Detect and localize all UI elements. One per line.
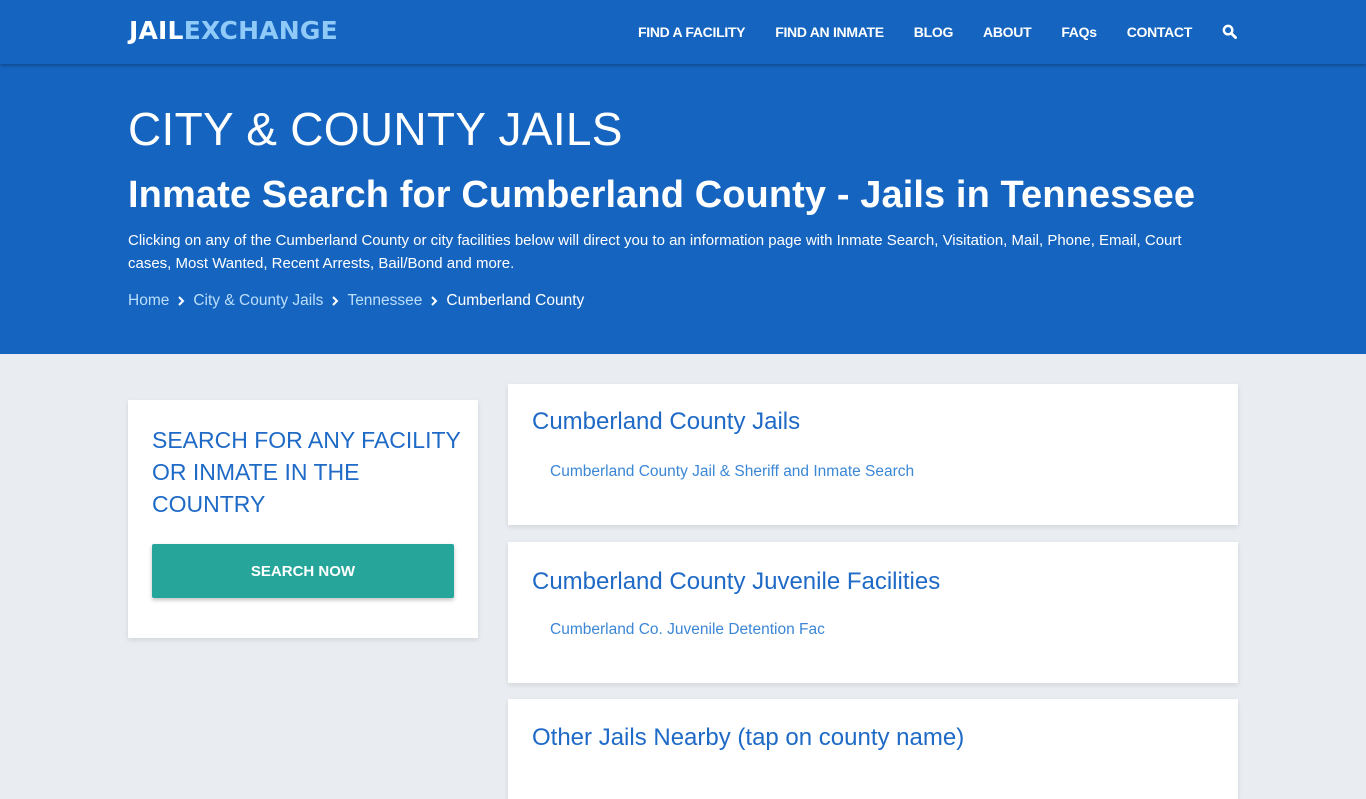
facility-link[interactable]: Cumberland County Jail & Sheriff and Inm… (550, 463, 914, 481)
logo[interactable]: JAILEXCHANGE (129, 16, 338, 45)
page-description: Clicking on any of the Cumberland County… (128, 232, 1182, 272)
nav-find-facility[interactable]: FIND A FACILITY (638, 24, 746, 40)
search-now-button[interactable]: SEARCH NOW (152, 544, 454, 598)
nav-contact[interactable]: CONTACT (1127, 24, 1193, 40)
search-promo-title: SEARCH FOR ANY FACILITY OR INMATE IN THE… (152, 427, 461, 517)
logo-exchange: EXCHANGE (183, 16, 338, 45)
chevron-right-icon (169, 295, 193, 307)
breadcrumb: Home City & County Jails Tennessee Cumbe… (128, 292, 584, 310)
logo-jail: JAIL (129, 16, 184, 45)
hero-banner: CITY & COUNTY JAILS Inmate Search for Cu… (0, 64, 1366, 354)
main-nav: FIND A FACILITY FIND AN INMATE BLOG ABOU… (608, 0, 1238, 64)
section-title: Cumberland County Jails (532, 408, 801, 435)
breadcrumb-tennessee[interactable]: Tennessee (347, 292, 422, 310)
section-title: Cumberland County Juvenile Facilities (532, 568, 941, 595)
section-county-jails: Cumberland County Jails Cumberland Count… (508, 384, 1238, 525)
section-juvenile-facilities: Cumberland County Juvenile Facilities Cu… (508, 542, 1238, 683)
breadcrumb-city-county-jails[interactable]: City & County Jails (193, 292, 323, 310)
search-promo-card: SEARCH FOR ANY FACILITY OR INMATE IN THE… (128, 400, 478, 638)
section-title: Other Jails Nearby (tap on county name) (532, 724, 965, 751)
nav-faqs[interactable]: FAQs (1061, 24, 1097, 40)
page-title: Inmate Search for Cumberland County - Ja… (128, 174, 1196, 216)
breadcrumb-home[interactable]: Home (128, 292, 169, 310)
nav-find-inmate[interactable]: FIND AN INMATE (775, 24, 884, 40)
chevron-right-icon (323, 295, 347, 307)
section-other-jails-nearby: Other Jails Nearby (tap on county name) (508, 699, 1238, 799)
facility-link[interactable]: Cumberland Co. Juvenile Detention Fac (550, 621, 825, 639)
nav-about[interactable]: ABOUT (983, 24, 1032, 40)
search-icon[interactable] (1222, 24, 1238, 40)
chevron-right-icon (422, 295, 446, 307)
top-navbar: JAILEXCHANGE FIND A FACILITY FIND AN INM… (0, 0, 1366, 64)
breadcrumb-current: Cumberland County (446, 292, 585, 309)
nav-blog[interactable]: BLOG (914, 24, 954, 40)
category-title: CITY & COUNTY JAILS (128, 103, 623, 155)
